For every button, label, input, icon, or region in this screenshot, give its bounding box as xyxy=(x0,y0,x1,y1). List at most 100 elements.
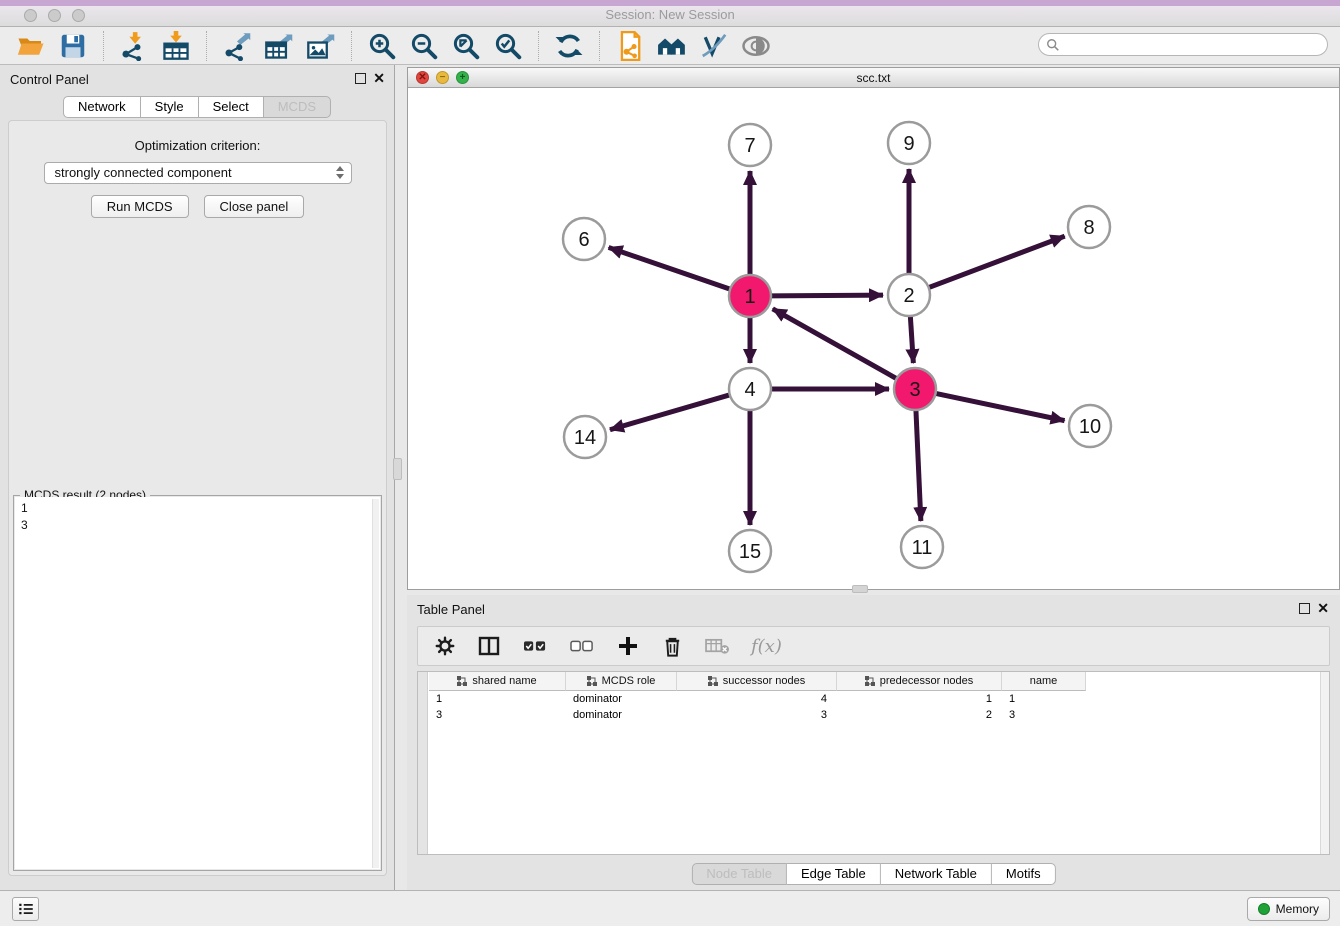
edge-3-11[interactable] xyxy=(916,409,921,521)
selected-option: strongly connected component xyxy=(55,165,232,180)
cell-shared-name[interactable]: 1 xyxy=(429,691,566,707)
run-mcds-button[interactable]: Run MCDS xyxy=(91,195,189,218)
control-panel: Control Panel ✕ NetworkStyleSelectMCDS O… xyxy=(0,65,395,890)
table-toolbar: f(x) xyxy=(417,626,1330,666)
first-neighbors-icon[interactable] xyxy=(657,31,687,61)
cell-mcds-role[interactable]: dominator xyxy=(566,707,677,723)
result-scrollbar[interactable] xyxy=(372,499,379,868)
column-header-name[interactable]: name xyxy=(1002,672,1086,691)
cell-name[interactable]: 1 xyxy=(1002,691,1086,707)
settings-gear-icon[interactable] xyxy=(434,635,456,657)
edge-1-6[interactable] xyxy=(609,247,731,289)
float-table-panel-button[interactable] xyxy=(1299,603,1310,614)
zoom-out-icon[interactable] xyxy=(409,31,439,61)
network-graph[interactable]: 7 9 6 8 1 2 4 3 14 10 15 11 xyxy=(408,88,1339,589)
tab-edge-table[interactable]: Edge Table xyxy=(787,863,881,885)
tab-node-table[interactable]: Node Table xyxy=(691,863,787,885)
node-14[interactable]: 14 xyxy=(564,416,606,458)
cell-predecessor-nodes[interactable]: 1 xyxy=(837,691,1002,707)
export-image-icon[interactable] xyxy=(306,31,336,61)
import-table-icon[interactable] xyxy=(161,31,191,61)
zoom-fit-icon[interactable] xyxy=(451,31,481,61)
deselect-all-checkboxes-icon[interactable] xyxy=(569,635,595,657)
export-network-icon[interactable] xyxy=(222,31,252,61)
optimization-criterion-select[interactable]: strongly connected component xyxy=(44,162,352,184)
close-panel-button-mcds[interactable]: Close panel xyxy=(204,195,305,218)
table-row[interactable]: 3dominator323 xyxy=(429,707,1086,723)
close-table-panel-button[interactable]: ✕ xyxy=(1317,600,1329,616)
attribute-tree-icon xyxy=(865,676,875,686)
cell-predecessor-nodes[interactable]: 2 xyxy=(837,707,1002,723)
edge-1-2[interactable] xyxy=(770,295,883,296)
edge-3-1[interactable] xyxy=(773,309,898,379)
tab-style[interactable]: Style xyxy=(141,96,199,118)
network-canvas[interactable]: 7 9 6 8 1 2 4 3 14 10 15 11 xyxy=(408,88,1339,589)
delete-table-icon[interactable] xyxy=(705,636,730,657)
cell-shared-name[interactable]: 3 xyxy=(429,707,566,723)
mcds-panel: Optimization criterion: strongly connect… xyxy=(8,120,387,876)
hide-selected-icon[interactable] xyxy=(699,31,729,61)
vertical-splitter-handle[interactable] xyxy=(393,458,402,480)
edge-3-10[interactable] xyxy=(935,393,1065,420)
select-all-checkboxes-icon[interactable] xyxy=(522,635,548,657)
node-2[interactable]: 2 xyxy=(888,274,930,316)
tab-network-table[interactable]: Network Table xyxy=(881,863,992,885)
mcds-result-list[interactable]: 13 xyxy=(15,497,380,869)
refresh-icon[interactable] xyxy=(554,31,584,61)
node-1[interactable]: 1 xyxy=(729,275,771,317)
tab-motifs[interactable]: Motifs xyxy=(992,863,1056,885)
cell-name[interactable]: 3 xyxy=(1002,707,1086,723)
float-panel-button[interactable] xyxy=(355,73,366,84)
add-column-icon[interactable] xyxy=(616,634,640,658)
column-header-label: successor nodes xyxy=(723,675,806,687)
task-list-icon xyxy=(17,900,35,918)
edge-2-8[interactable] xyxy=(928,236,1065,288)
search-input[interactable] xyxy=(1038,33,1328,56)
close-panel-button[interactable]: ✕ xyxy=(373,70,385,86)
cell-mcds-role[interactable]: dominator xyxy=(566,691,677,707)
node-table[interactable]: shared nameMCDS role successor nodes prede… xyxy=(417,671,1330,855)
toolbar-separator xyxy=(538,31,539,61)
import-network-icon[interactable] xyxy=(119,31,149,61)
edge-2-3[interactable] xyxy=(910,315,913,363)
memory-button[interactable]: Memory xyxy=(1247,897,1330,921)
select-stepper-icon xyxy=(336,166,344,179)
show-all-eye-icon[interactable] xyxy=(741,31,771,61)
network-from-file-icon[interactable] xyxy=(615,31,645,61)
horizontal-splitter-handle[interactable] xyxy=(852,585,868,593)
zoom-selected-icon[interactable] xyxy=(493,31,523,61)
node-9[interactable]: 9 xyxy=(888,122,930,164)
column-view-icon[interactable] xyxy=(477,634,501,658)
cell-successor-nodes[interactable]: 3 xyxy=(677,707,837,723)
node-10[interactable]: 10 xyxy=(1069,405,1111,447)
task-history-button[interactable] xyxy=(12,897,39,921)
attribute-tree-icon xyxy=(587,676,597,686)
table-scrollbar[interactable] xyxy=(1320,672,1329,854)
delete-trash-icon[interactable] xyxy=(661,635,684,658)
tab-select[interactable]: Select xyxy=(199,96,264,118)
function-builder-icon[interactable]: f(x) xyxy=(751,636,782,657)
node-8[interactable]: 8 xyxy=(1068,206,1110,248)
column-header-label: name xyxy=(1030,675,1058,687)
cell-successor-nodes[interactable]: 4 xyxy=(677,691,837,707)
edge-4-14[interactable] xyxy=(610,395,731,430)
node-3[interactable]: 3 xyxy=(894,368,936,410)
node-7[interactable]: 7 xyxy=(729,124,771,166)
column-header-successor-nodes[interactable]: successor nodes xyxy=(677,672,837,691)
open-folder-icon[interactable] xyxy=(16,31,46,61)
column-header-mcds-role[interactable]: MCDS role xyxy=(566,672,677,691)
tab-mcds[interactable]: MCDS xyxy=(264,96,331,118)
column-header-shared-name[interactable]: shared name xyxy=(429,672,566,691)
node-6[interactable]: 6 xyxy=(563,218,605,260)
table-row[interactable]: 1dominator411 xyxy=(429,691,1086,707)
node-11[interactable]: 11 xyxy=(901,526,943,568)
row-header-gutter xyxy=(418,672,428,854)
column-header-predecessor-nodes[interactable]: predecessor nodes xyxy=(837,672,1002,691)
svg-text:9: 9 xyxy=(903,133,914,155)
tab-network[interactable]: Network xyxy=(63,96,141,118)
zoom-in-icon[interactable] xyxy=(367,31,397,61)
node-15[interactable]: 15 xyxy=(729,530,771,572)
node-4[interactable]: 4 xyxy=(729,368,771,410)
save-icon[interactable] xyxy=(58,31,88,61)
export-table-icon[interactable] xyxy=(264,31,294,61)
